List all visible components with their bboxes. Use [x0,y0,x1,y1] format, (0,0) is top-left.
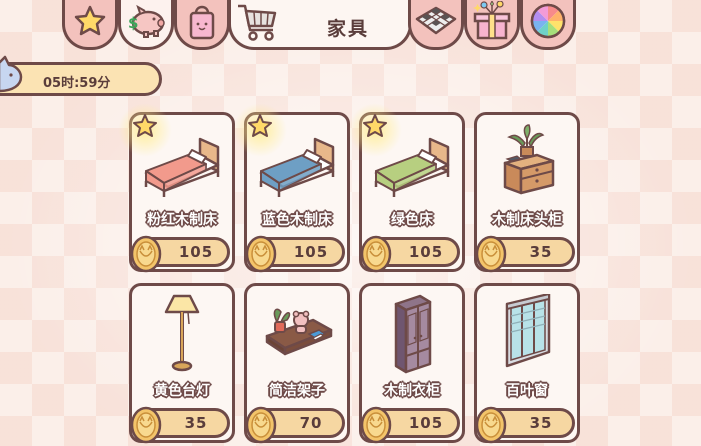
item-card[interactable]: 绿色床 105 [348,103,465,273]
item-card[interactable]: 蓝色木制床 105 [233,103,350,273]
color-wheel-icon [530,3,566,38]
tab-shopping-bag[interactable] [174,0,230,50]
bed-icon [362,123,462,205]
coin-icon [360,406,392,444]
tab-color-wheel[interactable] [520,0,576,50]
gift-box-icon [473,0,511,39]
piggy-bank-icon: $ [128,4,165,38]
nightstand-icon [477,123,577,205]
bed-icon [132,123,232,205]
item-card[interactable]: 黄色台灯 35 [129,283,235,444]
item-card[interactable]: 木制衣柜 105 [359,283,465,444]
price-value: 35 [529,243,553,261]
refresh-timer: 05时:59分 [0,55,162,96]
price-value: 35 [184,414,208,432]
coin-icon [130,235,162,273]
lamp-icon [132,294,232,376]
shopping-cart-icon [238,4,277,41]
price-button[interactable]: 105 [360,235,460,273]
price-value: 70 [299,414,323,432]
item-card[interactable]: 粉红木制床 105 [118,103,235,273]
coin-icon [360,235,392,273]
item-name: 木制衣柜 [384,383,440,399]
price-button[interactable]: 35 [130,406,230,444]
cat-icon [0,55,23,93]
tab-favorites[interactable] [62,0,118,50]
price-button[interactable]: 105 [130,235,230,273]
price-button[interactable]: 105 [360,406,460,444]
item-name: 简洁架子 [269,383,325,399]
item-name: 木制床头柜 [492,212,562,228]
coin-icon [475,406,507,444]
svg-text:$: $ [128,14,138,32]
blinds-icon [477,292,577,376]
timer-text: 05时:59分 [43,76,111,91]
bed-icon [247,123,347,205]
active-tab-title: 家具 [327,18,370,40]
price-value: 105 [408,243,444,261]
item-card[interactable]: 木制床头柜 35 [474,112,580,273]
price-button[interactable]: 35 [475,406,575,444]
item-name: 黄色台灯 [154,383,210,399]
price-value: 105 [293,243,329,261]
coin-icon [245,406,277,444]
category-tab-bar: $ 家具 [0,0,701,52]
tab-furniture[interactable]: 家具 [228,0,412,50]
price-value: 105 [178,243,214,261]
tab-piggy-bank[interactable]: $ [118,0,174,50]
item-card[interactable]: 简洁架子 70 [244,283,350,444]
price-button[interactable]: 35 [475,235,575,273]
star-icon [74,5,106,35]
price-value: 105 [408,414,444,432]
wardrobe-icon [362,294,462,376]
price-button[interactable]: 105 [245,235,345,273]
item-name: 蓝色木制床 [262,212,332,228]
item-name: 百叶窗 [506,383,548,399]
price-value: 35 [529,414,553,432]
item-name: 粉红木制床 [147,212,217,228]
item-name: 绿色床 [391,212,433,228]
floor-tile-icon [415,6,457,34]
tab-gift-box[interactable] [464,0,520,50]
item-card[interactable]: 百叶窗 35 [474,283,580,444]
coin-icon [245,235,277,273]
shopping-bag-icon [189,5,215,39]
shelf-icon [247,294,347,376]
tab-floor-tiles[interactable] [408,0,464,50]
price-button[interactable]: 70 [245,406,345,444]
coin-icon [475,235,507,273]
coin-icon [130,406,162,444]
